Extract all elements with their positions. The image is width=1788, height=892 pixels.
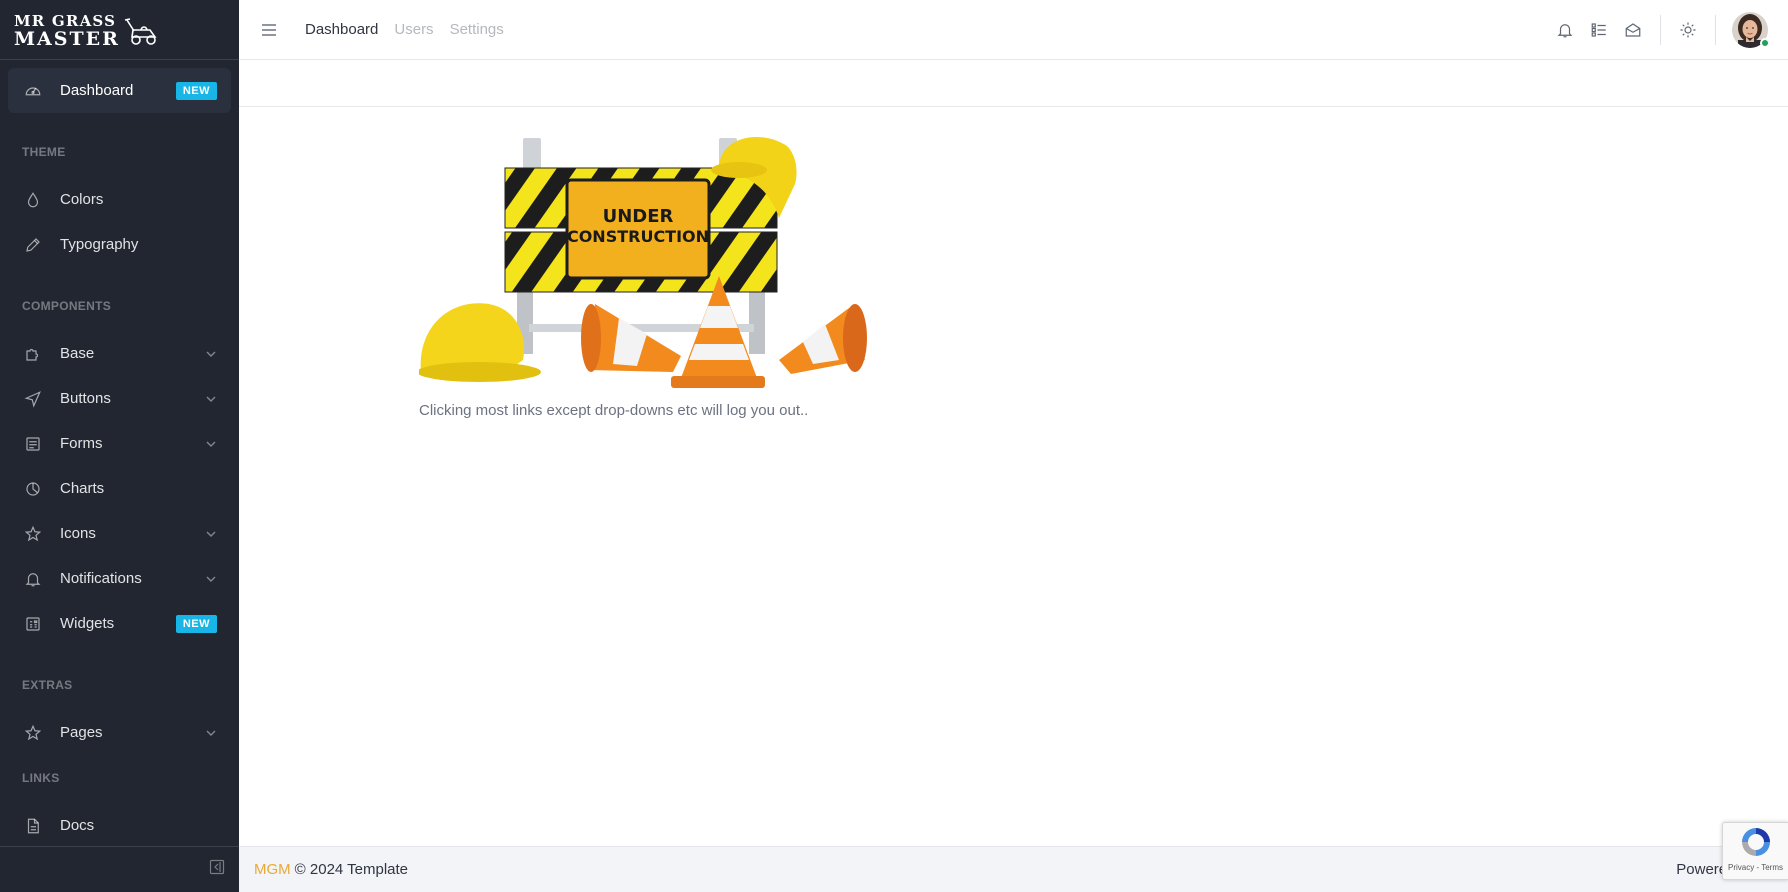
- header: Dashboard Users Settings: [239, 0, 1788, 60]
- sidebar-item-dashboard[interactable]: Dashboard NEW: [8, 68, 231, 113]
- chevron-down-icon: [205, 528, 217, 540]
- sidebar-item-label: Colors: [60, 191, 104, 208]
- sign-text-line1: UNDER: [603, 206, 674, 227]
- cursor-icon: [22, 388, 44, 410]
- puzzle-icon: [22, 343, 44, 365]
- sidebar-item-icons[interactable]: Icons: [8, 511, 231, 556]
- chevron-down-icon: [205, 438, 217, 450]
- sidebar-item-charts[interactable]: Charts: [8, 466, 231, 511]
- sidebar-item-label: Buttons: [60, 390, 111, 407]
- pencil-icon: [22, 234, 44, 256]
- sidebar-item-label: Forms: [60, 435, 103, 452]
- chevron-down-icon: [205, 393, 217, 405]
- sidebar-item-widgets[interactable]: Widgets NEW: [8, 601, 231, 646]
- lawnmower-icon: [124, 17, 157, 45]
- subheader: [239, 61, 1788, 107]
- avatar[interactable]: [1732, 11, 1770, 48]
- sidebar-item-label: Notifications: [60, 570, 142, 587]
- recaptcha-icon: [1741, 828, 1770, 856]
- menu-icon[interactable]: [261, 23, 283, 37]
- description-icon: [22, 815, 44, 837]
- section-title-links: LINKS: [22, 771, 60, 785]
- speedometer-icon: [22, 80, 44, 102]
- calculator-icon: [22, 613, 44, 635]
- online-status-dot: [1760, 37, 1770, 48]
- star-icon: [22, 523, 44, 545]
- notes-icon: [22, 433, 44, 455]
- header-link-settings[interactable]: Settings: [442, 21, 512, 38]
- footer-brand-link[interactable]: MGM: [254, 861, 291, 878]
- recaptcha-badge[interactable]: Privacy - Terms: [1722, 822, 1788, 880]
- sidebar-item-base[interactable]: Base: [8, 331, 231, 376]
- sidebar-item-label: Docs: [60, 817, 95, 834]
- list-rich-icon[interactable]: [1582, 13, 1616, 47]
- header-link-users[interactable]: Users: [386, 21, 441, 38]
- header-divider: [1660, 14, 1661, 45]
- construction-caption: Clicking most links except drop-downs et…: [419, 402, 809, 419]
- sidebar-item-pages[interactable]: Pages: [8, 710, 231, 755]
- chevron-down-icon: [205, 573, 217, 585]
- chart-pie-icon: [22, 478, 44, 500]
- chevron-down-icon: [205, 727, 217, 739]
- bell-icon[interactable]: [1548, 13, 1582, 47]
- sidebar-item-colors[interactable]: Colors: [8, 177, 231, 222]
- header-actions: [1548, 11, 1788, 48]
- bell-icon: [22, 568, 44, 590]
- footer: MGM © 2024 Template Powered b: [239, 846, 1788, 892]
- sidebar-item-forms[interactable]: Forms: [8, 421, 231, 466]
- sidebar-item-label: Widgets: [60, 615, 115, 632]
- sign-text-line2: CONSTRUCTION: [567, 227, 709, 246]
- sidebar-item-docs[interactable]: Docs: [8, 803, 231, 848]
- new-badge: NEW: [175, 81, 217, 100]
- brand-line1: MR GRASS: [14, 11, 117, 30]
- sidebar: MR GRASS MASTER Dashboard NEW THEME Colo…: [0, 0, 239, 892]
- envelope-open-icon[interactable]: [1616, 13, 1650, 47]
- under-construction-image: UNDER CONSTRUCTION: [417, 128, 869, 407]
- header-link-dashboard[interactable]: Dashboard: [297, 21, 386, 38]
- sidebar-item-label: Dashboard: [60, 82, 134, 99]
- star-icon: [22, 722, 44, 744]
- sidebar-collapse-icon[interactable]: [209, 859, 225, 880]
- sidebar-item-label: Typography: [60, 236, 139, 253]
- brand-line2: MASTER: [14, 27, 120, 50]
- section-title-extras: EXTRAS: [22, 678, 73, 692]
- sidebar-item-label: Icons: [60, 525, 96, 542]
- brand-logo[interactable]: MR GRASS MASTER: [0, 0, 239, 60]
- sidebar-nav: Dashboard NEW: [0, 60, 239, 113]
- sidebar-footer: [0, 846, 239, 892]
- drop-icon: [22, 189, 44, 211]
- footer-copyright: © 2024 Template: [294, 861, 409, 878]
- section-title-theme: THEME: [22, 145, 66, 159]
- sidebar-item-buttons[interactable]: Buttons: [8, 376, 231, 421]
- sidebar-item-typography[interactable]: Typography: [8, 222, 231, 267]
- new-badge: NEW: [175, 614, 217, 633]
- header-nav: Dashboard Users Settings: [297, 21, 512, 38]
- sun-icon[interactable]: [1671, 13, 1705, 47]
- sidebar-item-label: Pages: [60, 724, 103, 741]
- sidebar-item-notifications[interactable]: Notifications: [8, 556, 231, 601]
- sidebar-item-label: Charts: [60, 480, 105, 497]
- recaptcha-links[interactable]: Privacy - Terms: [1728, 863, 1783, 872]
- header-divider: [1715, 14, 1716, 45]
- chevron-down-icon: [205, 348, 217, 360]
- sidebar-item-label: Base: [60, 345, 95, 362]
- section-title-components: COMPONENTS: [22, 299, 112, 313]
